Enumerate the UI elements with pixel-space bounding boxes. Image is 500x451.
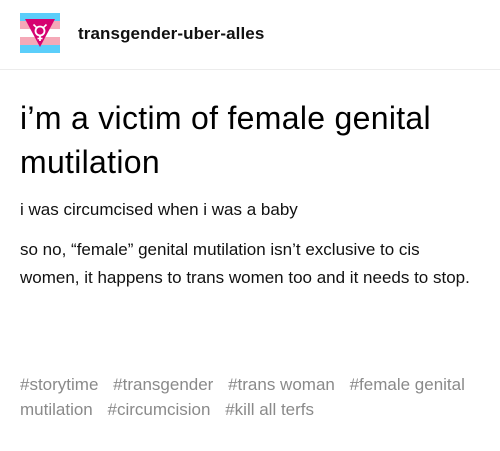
tag-storytime[interactable]: #storytime [20, 375, 98, 394]
post-paragraph-1: i was circumcised when i was a baby [20, 200, 298, 219]
post-header: transgender-uber-alles [0, 0, 500, 70]
transgender-flag-symbol-icon [25, 19, 55, 47]
tag-circumcision[interactable]: #circumcision [108, 400, 211, 419]
tag-transgender[interactable]: #transgender [113, 375, 213, 394]
tag-kill-all-terfs[interactable]: #kill all terfs [225, 400, 314, 419]
blog-avatar[interactable] [20, 13, 60, 53]
tag-trans-woman[interactable]: #trans woman [228, 375, 335, 394]
post-body: i’m a victim of female genital mutilatio… [20, 96, 480, 292]
post-paragraph-2: so no, “female” genital mutilation isn’t… [20, 240, 470, 287]
post-title: i’m a victim of female genital mutilatio… [20, 100, 431, 180]
blog-name[interactable]: transgender-uber-alles [78, 24, 264, 44]
post-tags: #storytime #transgender #trans woman #fe… [20, 372, 480, 422]
